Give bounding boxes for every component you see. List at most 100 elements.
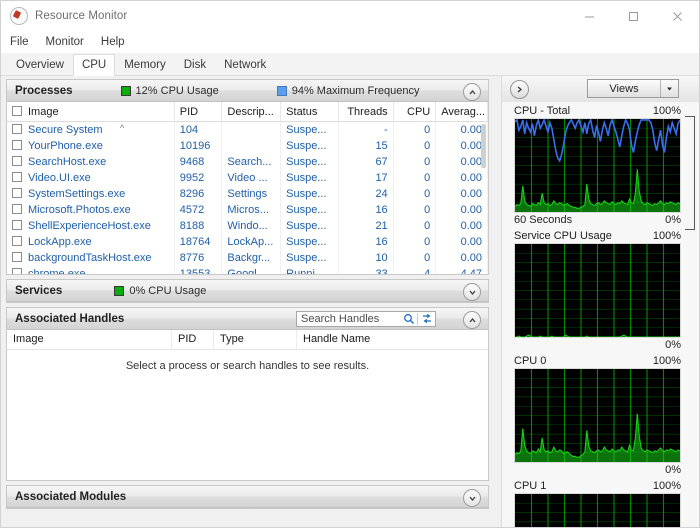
cell-description: Windo... xyxy=(221,218,282,234)
cell-average: 0.00 xyxy=(435,234,488,250)
cell-image[interactable]: SearchHost.exe xyxy=(7,154,175,170)
processes-panel: Processes 12% CPU Usage 94% Maximum Freq… xyxy=(6,79,489,275)
row-checkbox[interactable] xyxy=(12,156,22,166)
col-header-description[interactable]: Descrip... xyxy=(221,102,282,122)
tab-cpu[interactable]: CPU xyxy=(72,54,116,76)
row-checkbox[interactable] xyxy=(12,140,22,150)
col-header-image[interactable]: Image xyxy=(7,102,175,122)
processes-table-container[interactable]: Image PID Descrip... Status Threads CPU … xyxy=(7,102,488,274)
services-panel-header[interactable]: Services 0% CPU Usage xyxy=(7,280,488,302)
maximize-icon[interactable] xyxy=(611,1,655,31)
cell-status: Suspe... xyxy=(280,186,339,202)
cell-image[interactable]: SystemSettings.exe xyxy=(7,186,175,202)
processes-scrollbar[interactable] xyxy=(481,124,486,168)
graph-cpu-total-xlabel: 60 Seconds xyxy=(514,214,573,226)
services-cpu-usage-stat: 0% CPU Usage xyxy=(114,285,206,297)
cell-threads: 17 xyxy=(338,170,394,186)
cell-image[interactable]: backgroundTaskHost.exe xyxy=(7,250,175,266)
row-checkbox[interactable] xyxy=(12,188,22,198)
graph-cpu-total-canvas xyxy=(514,118,681,213)
menu-item-monitor[interactable]: Monitor xyxy=(46,36,84,48)
handles-search-box[interactable] xyxy=(296,311,436,327)
handles-col-pid[interactable]: PID xyxy=(172,330,214,349)
processes-panel-header[interactable]: Processes 12% CPU Usage 94% Maximum Freq… xyxy=(7,80,488,102)
col-header-pid[interactable]: PID xyxy=(174,102,223,122)
modules-expand-button[interactable] xyxy=(463,489,481,507)
resource-monitor-icon xyxy=(10,7,28,25)
cell-status: Suspe... xyxy=(280,121,339,138)
processes-collapse-button[interactable] xyxy=(463,83,481,101)
cell-description: Micros... xyxy=(221,202,282,218)
processes-title: Processes xyxy=(15,84,73,97)
menu-item-help[interactable]: Help xyxy=(101,36,125,48)
cpu-usage-swatch-icon xyxy=(120,85,131,96)
handles-collapse-button[interactable] xyxy=(463,311,481,329)
cell-image[interactable]: LockApp.exe xyxy=(7,234,175,250)
row-checkbox[interactable] xyxy=(12,204,22,214)
handles-panel-header[interactable]: Associated Handles xyxy=(7,308,488,330)
tab-network[interactable]: Network xyxy=(215,54,275,75)
menu-bar: File Monitor Help xyxy=(1,31,699,53)
handles-col-type[interactable]: Type xyxy=(214,330,297,349)
graph-service-cpu-ymax: 100% xyxy=(652,230,681,242)
table-row[interactable]: ShellExperienceHost.exe 8188 Windo... Su… xyxy=(7,218,488,234)
row-checkbox[interactable] xyxy=(12,236,22,246)
sort-indicator-icon: ^ xyxy=(120,123,125,133)
graph-cpu-total-title: CPU - Total xyxy=(514,105,571,117)
row-checkbox[interactable] xyxy=(12,268,22,274)
services-expand-button[interactable] xyxy=(463,283,481,301)
row-checkbox[interactable] xyxy=(12,124,22,134)
tab-strip: Overview CPU Memory Disk Network xyxy=(1,53,699,76)
table-row[interactable]: YourPhone.exe 10196 Suspe... 15 0 0.00 xyxy=(7,138,488,154)
table-row[interactable]: Video.UI.exe 9952 Video ... Suspe... 17 … xyxy=(7,170,488,186)
table-row[interactable]: SystemSettings.exe 8296 Settings Suspe..… xyxy=(7,186,488,202)
table-row[interactable]: Secure System 104 Suspe... - 0 0.00 xyxy=(7,121,488,138)
associated-handles-panel: Associated Handles Search Handles Image … xyxy=(6,307,489,481)
cell-image[interactable]: Video.UI.exe xyxy=(7,170,175,186)
search-input[interactable] xyxy=(297,312,400,326)
cell-cpu: 0 xyxy=(393,234,437,250)
close-icon[interactable] xyxy=(655,1,699,31)
handles-col-handle-name[interactable]: Handle Name xyxy=(297,330,487,349)
services-title: Services xyxy=(15,284,63,297)
chevron-right-icon[interactable] xyxy=(510,79,529,99)
cell-description: LockAp... xyxy=(221,234,282,250)
graph-cpu-total-labels: CPU - Total 100% xyxy=(514,104,681,118)
minimize-icon[interactable] xyxy=(567,1,611,31)
table-row[interactable]: SearchHost.exe 9468 Search... Suspe... 6… xyxy=(7,154,488,170)
row-checkbox[interactable] xyxy=(12,220,22,230)
col-header-threads[interactable]: Threads xyxy=(338,102,394,122)
cell-image[interactable]: Microsoft.Photos.exe xyxy=(7,202,175,218)
row-checkbox[interactable] xyxy=(12,172,22,182)
cell-average: 0.00 xyxy=(435,170,488,186)
cell-average: 0.00 xyxy=(435,218,488,234)
views-button[interactable]: Views xyxy=(587,79,679,98)
col-header-average-cpu[interactable]: Averag... xyxy=(435,102,488,122)
tab-memory[interactable]: Memory xyxy=(115,54,175,75)
cell-image[interactable]: YourPhone.exe xyxy=(7,138,175,154)
tab-overview[interactable]: Overview xyxy=(7,54,73,75)
chevron-down-icon[interactable] xyxy=(660,80,678,97)
refresh-arrows-icon[interactable] xyxy=(418,312,435,326)
menu-item-file[interactable]: File xyxy=(10,36,29,48)
select-all-checkbox[interactable] xyxy=(12,105,22,116)
table-row[interactable]: backgroundTaskHost.exe 8776 Backgr... Su… xyxy=(7,250,488,266)
cell-description: Search... xyxy=(221,154,282,170)
table-row[interactable]: chrome.exe 13553 Googl... Runni... 33 4 … xyxy=(7,266,488,274)
cell-image[interactable]: Secure System xyxy=(7,121,175,138)
handles-col-image[interactable]: Image xyxy=(7,330,172,349)
cell-image[interactable]: chrome.exe xyxy=(7,266,175,274)
graph-pane: Views CPU - Total 100% 60 Seconds 0% Ser… xyxy=(501,76,699,527)
cell-status: Suspe... xyxy=(280,234,339,250)
table-row[interactable]: Microsoft.Photos.exe 4572 Micros... Susp… xyxy=(7,202,488,218)
search-icon[interactable] xyxy=(400,312,417,326)
tab-disk[interactable]: Disk xyxy=(175,54,215,75)
modules-panel-header[interactable]: Associated Modules xyxy=(7,486,488,508)
cell-image[interactable]: ShellExperienceHost.exe xyxy=(7,218,175,234)
cell-cpu: 4 xyxy=(393,266,437,274)
row-checkbox[interactable] xyxy=(12,252,22,262)
table-row[interactable]: LockApp.exe 18764 LockAp... Suspe... 16 … xyxy=(7,234,488,250)
col-header-status[interactable]: Status xyxy=(280,102,339,122)
graph-cpu-total: CPU - Total 100% 60 Seconds 0% xyxy=(502,102,699,230)
col-header-cpu[interactable]: CPU xyxy=(393,102,437,122)
